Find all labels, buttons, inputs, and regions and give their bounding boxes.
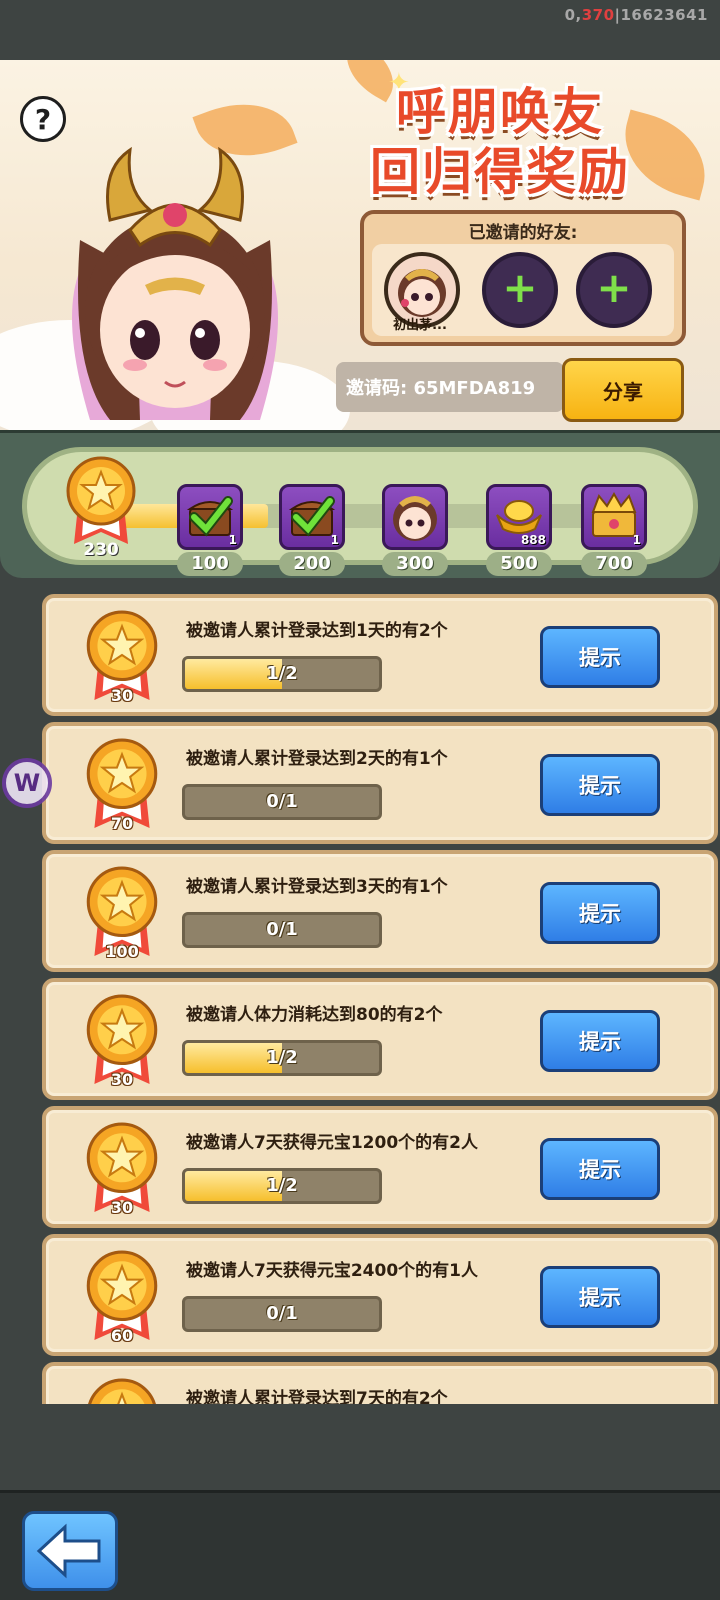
task-progress-text: 1/2 [266, 1047, 298, 1068]
task-progress-bar: 1/2 [182, 1040, 382, 1076]
hero-portrait-icon [72, 146, 278, 420]
plus-icon: + [502, 263, 538, 312]
task-description: 被邀请人7天获得元宝2400个的有1人 [186, 1261, 478, 1281]
share-button[interactable]: 分享 [562, 358, 684, 422]
invited-friends-panel: 已邀请的好友: 初出茅... + + [360, 210, 686, 346]
task-reward-amount: 30 [110, 1198, 134, 1217]
task-row: 60 被邀请人7天获得元宝2400个的有1人 0/1 提示 [42, 1234, 718, 1356]
hint-button[interactable]: 提示 [540, 1138, 660, 1200]
banner-title-line2: 回归得奖励 [370, 143, 630, 201]
star-medal-icon [66, 456, 136, 544]
task-progress-text: 0/1 [266, 919, 298, 940]
hint-button[interactable]: 提示 [540, 1010, 660, 1072]
friend-slots: 初出茅... + + [372, 244, 674, 336]
task-list[interactable]: 30 被邀请人累计登录达到1天的有2个 1/2 提示 70 被邀请人累计登录达到2天的有1… [0, 594, 720, 1404]
task-reward-amount: 30 [110, 1070, 134, 1089]
task-progress-bar: 0/1 [182, 912, 382, 948]
task-description: 被邀请人累计登录达到1天的有2个 [186, 621, 448, 641]
milestone-label: 100 [177, 552, 243, 576]
friend-name: 初出茅... [393, 318, 447, 333]
milestone-qty: 1 [228, 533, 237, 547]
milestone-label: 700 [581, 552, 647, 576]
milestone-label: 300 [382, 552, 448, 576]
floating-assist-button[interactable]: W [2, 758, 52, 808]
friend-slot-empty[interactable]: + [576, 252, 652, 328]
task-description: 被邀请人累计登录达到3天的有1个 [186, 877, 448, 897]
hero-portrait-icon [387, 487, 443, 547]
milestone-qty: 1 [330, 533, 339, 547]
friend-slot-empty[interactable]: + [482, 252, 558, 328]
task-progress-bar: 1/2 [182, 1168, 382, 1204]
invited-friends-title: 已邀请的好友: [468, 223, 578, 243]
back-button[interactable] [22, 1511, 118, 1591]
task-row: 30 被邀请人累计登录达到1天的有2个 1/2 提示 [42, 594, 718, 716]
invite-code-field[interactable]: 邀请码: 65MFDA819 [336, 362, 564, 412]
task-progress-bar: 0/1 [182, 1296, 382, 1332]
task-progress-text: 1/2 [266, 663, 298, 684]
task-progress-bar: 1/2 [182, 656, 382, 692]
milestone-label: 500 [486, 552, 552, 576]
task-description: 被邀请人体力消耗达到80的有2个 [186, 1005, 443, 1025]
back-arrow-icon [36, 1523, 101, 1579]
task-reward-amount: 100 [105, 942, 139, 961]
invite-banner: ? ✦ 呼朋唤友 回归得奖励 已邀请的好友: 初出茅... + + 邀请码: 6… [0, 60, 720, 430]
hint-button[interactable]: 提示 [540, 882, 660, 944]
task-reward-amount: 30 [110, 686, 134, 705]
task-progress-text: 0/1 [266, 1303, 298, 1324]
task-progress-text: 1/2 [266, 1175, 298, 1196]
task-description: 被邀请人7天获得元宝1200个的有2人 [186, 1133, 478, 1153]
task-reward-amount: 70 [110, 814, 134, 833]
progress-total: 230 [83, 540, 119, 560]
milestone-qty: 888 [520, 533, 546, 547]
status-readout: 0,370|16623641 [565, 6, 708, 24]
hint-button[interactable]: 提示 [540, 626, 660, 688]
task-description: 被邀请人累计登录达到7天的有2个 [186, 1389, 448, 1404]
milestone-label: 200 [279, 552, 345, 576]
hint-button[interactable]: 提示 [540, 754, 660, 816]
milestone-reward-500[interactable]: 888 [486, 484, 552, 550]
task-description: 被邀请人累计登录达到2天的有1个 [186, 749, 448, 769]
task-row: 30 被邀请人7天获得元宝1200个的有2人 1/2 提示 [42, 1106, 718, 1228]
milestone-reward-700[interactable]: 1 [581, 484, 647, 550]
friend-avatar-icon [398, 269, 446, 317]
milestone-reward-100[interactable]: 1 [177, 484, 243, 550]
task-row: 30 被邀请人体力消耗达到80的有2个 1/2 提示 [42, 978, 718, 1100]
bottom-bar [0, 1490, 720, 1600]
milestone-reward-200[interactable]: 1 [279, 484, 345, 550]
task-reward-amount: 60 [110, 1326, 134, 1345]
plus-icon: + [596, 263, 632, 312]
task-row: 100 被邀请人累计登录达到3天的有1个 0/1 提示 [42, 850, 718, 972]
star-medal-icon [86, 1378, 158, 1404]
task-row: 70 被邀请人累计登录达到2天的有1个 0/1 提示 [42, 722, 718, 844]
status-suffix: |16623641 [614, 6, 708, 24]
milestone-qty: 1 [632, 533, 641, 547]
status-prefix: 0, [564, 6, 582, 24]
status-highlight: 370 [581, 6, 615, 24]
task-row: 被邀请人累计登录达到7天的有2个 [42, 1362, 718, 1404]
task-progress-text: 0/1 [266, 791, 298, 812]
hint-button[interactable]: 提示 [540, 1266, 660, 1328]
task-progress-bar: 0/1 [182, 784, 382, 820]
milestone-reward-300[interactable] [382, 484, 448, 550]
